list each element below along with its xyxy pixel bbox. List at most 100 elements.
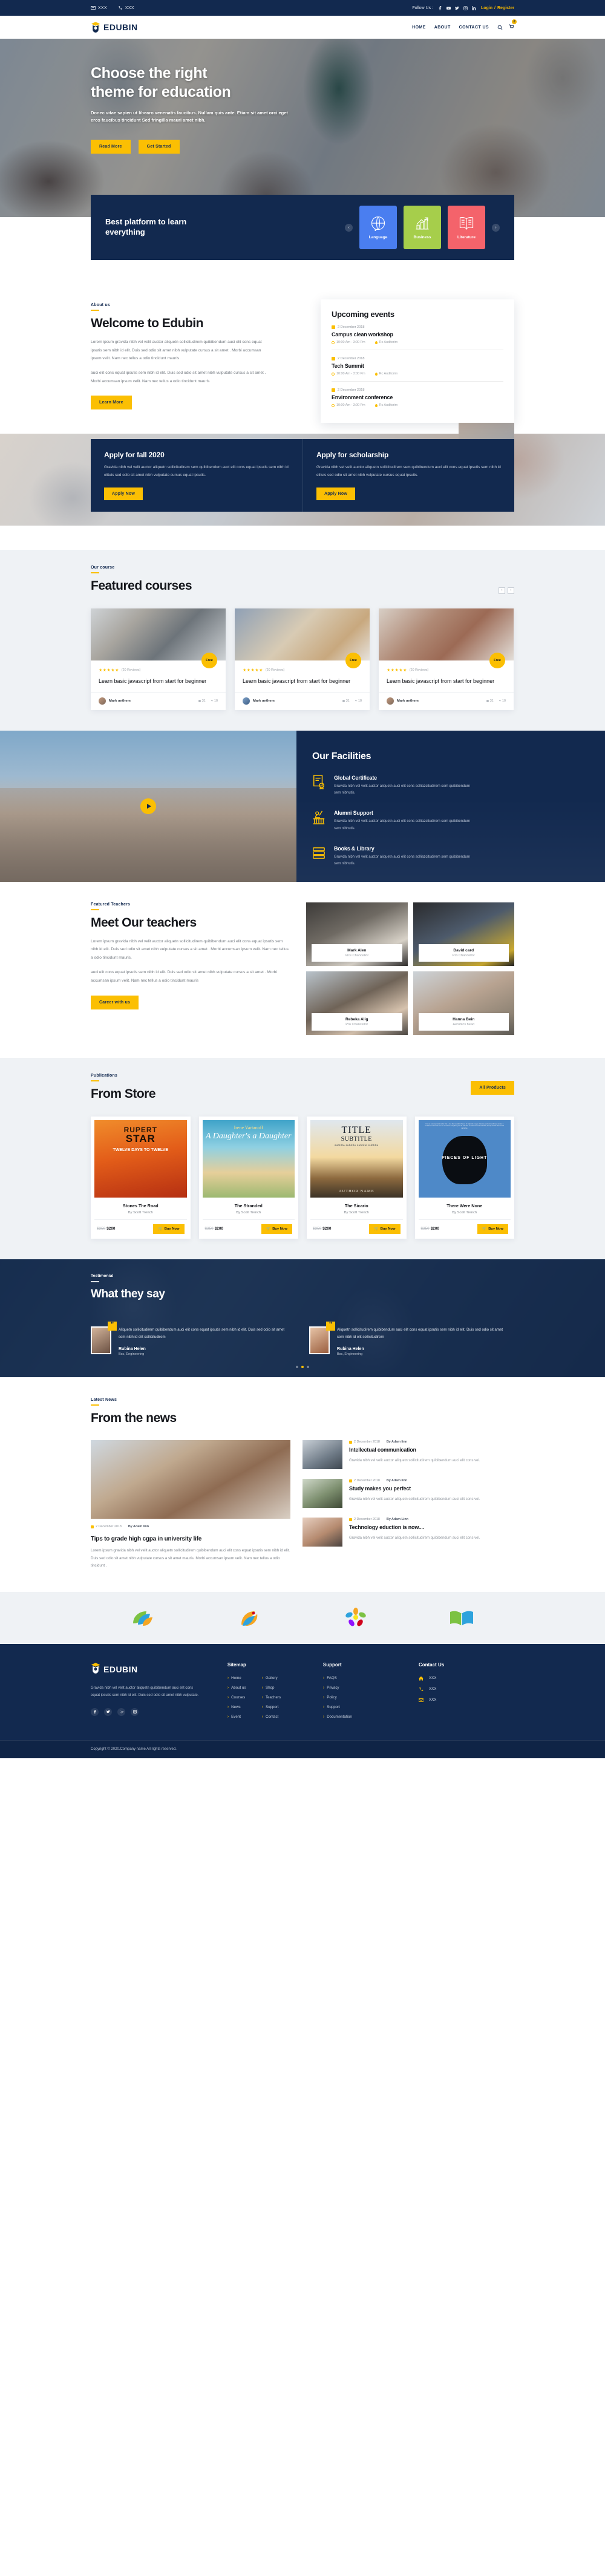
- book-card[interactable]: RUPERT STAR TWELVE DAYS TO TWELVE Stones…: [91, 1116, 191, 1239]
- buy-now-button[interactable]: 🛒 Buy Now: [477, 1224, 508, 1234]
- event-item[interactable]: 2 December 2018 Environment conference 1…: [332, 382, 503, 412]
- nav-item-about[interactable]: ABOUT: [434, 25, 451, 30]
- teacher-avatar: [99, 697, 106, 705]
- footer-link-about-us[interactable]: About us: [227, 1686, 246, 1690]
- event-item[interactable]: 2 December 2018 Tech Summit 10:00 Am - 3…: [332, 350, 503, 382]
- course-title: Learn basic javascript from start for be…: [243, 677, 351, 684]
- footer-contact-email[interactable]: XXX: [418, 1698, 514, 1703]
- footer-link-event[interactable]: Event: [227, 1715, 246, 1719]
- mail-icon: [91, 6, 96, 10]
- footer-about-column: EDUBIN Gravida nibh vel velit auctor ali…: [91, 1662, 227, 1724]
- footer-link-contact[interactable]: Contact: [262, 1715, 281, 1719]
- youtube-icon: [446, 7, 451, 10]
- event-date: 2 December 2018: [338, 357, 365, 360]
- footer-instagram-link[interactable]: [131, 1707, 139, 1716]
- book-cover-subtitle: TWELVE DAYS TO TWELVE: [113, 1147, 169, 1152]
- news-list-item[interactable]: 2 December 2018 By Adam Linn Technology …: [302, 1518, 514, 1547]
- career-with-us-button[interactable]: Career with us: [91, 995, 139, 1009]
- teacher-card[interactable]: David card Pro Chancellor: [413, 902, 514, 966]
- play-button[interactable]: [140, 798, 156, 814]
- search-icon[interactable]: [497, 25, 503, 30]
- twitter-link[interactable]: [454, 2, 459, 13]
- footer-link-documentation[interactable]: Documentation: [323, 1715, 352, 1719]
- event-date-row: 2 December 2018: [332, 388, 503, 392]
- email-contact[interactable]: XXX: [91, 5, 107, 10]
- courses-next-button[interactable]: ›: [508, 587, 514, 594]
- footer-link-shop[interactable]: Shop: [262, 1686, 281, 1690]
- get-started-button[interactable]: Get Started: [138, 139, 180, 154]
- nav-item-contact-us[interactable]: CONTACT US: [459, 25, 489, 30]
- footer-sitemap-title: Sitemap: [227, 1661, 246, 1668]
- linkedin-link[interactable]: [471, 2, 476, 13]
- footer-google-plus-link[interactable]: [117, 1707, 125, 1716]
- event-item[interactable]: 2 December 2018 Campus clean workshop 10…: [332, 319, 503, 350]
- category-card-literature[interactable]: Literature: [448, 206, 485, 249]
- book-price: $250 $200: [313, 1227, 332, 1231]
- pagination-dot-active[interactable]: [301, 1365, 304, 1368]
- facilities-section: Our Facilities Global Certificate Gravid…: [0, 730, 605, 882]
- book-card[interactable]: It is an unrecognized order that a risk …: [414, 1116, 514, 1239]
- footer-link-gallery[interactable]: Gallery: [262, 1676, 281, 1680]
- teacher-card[interactable]: Mark Alen Vice Chancellor: [306, 902, 408, 966]
- learn-more-button[interactable]: Learn More: [91, 395, 132, 409]
- book-card[interactable]: Irene Vartanoff A Daughter's a Daughter …: [198, 1116, 298, 1239]
- footer-link-faqs[interactable]: FAQS: [323, 1676, 352, 1680]
- buy-now-button[interactable]: 🛒 Buy Now: [369, 1224, 401, 1234]
- facebook-link[interactable]: [438, 2, 442, 13]
- book-card[interactable]: TITLE SUBTITLE subtitle subtitle subtitl…: [307, 1116, 407, 1239]
- books-icon: [312, 846, 325, 860]
- nav-item-home[interactable]: HOME: [412, 25, 426, 30]
- apply-section: Apply for fall 2020 Gravida nibh vel vel…: [0, 433, 605, 526]
- footer-twitter-link[interactable]: [104, 1707, 112, 1716]
- course-reviews: (20 Reviews): [409, 668, 429, 672]
- footer-link-news[interactable]: News: [227, 1705, 246, 1709]
- calendar-icon: [332, 388, 335, 392]
- course-card[interactable]: Free ★★★★★ (20 Reviews) Learn basic java…: [235, 608, 370, 710]
- buy-now-button[interactable]: 🛒 Buy Now: [261, 1224, 292, 1234]
- pagination-dot[interactable]: [307, 1365, 309, 1368]
- category-label-business: Business: [413, 235, 431, 240]
- location-pin-icon: [374, 341, 378, 344]
- news-list-item[interactable]: 2 December 2018 By Adam linn Study makes…: [302, 1479, 514, 1508]
- register-link[interactable]: Register: [497, 6, 514, 10]
- logo-link[interactable]: EDUBIN: [91, 21, 138, 33]
- featured-news-article[interactable]: 2 December 2018 By Adam linn Tips to gra…: [91, 1440, 290, 1570]
- category-card-language[interactable]: Language: [359, 206, 397, 249]
- pagination-dot[interactable]: [296, 1365, 298, 1368]
- courses-prev-button[interactable]: ‹: [499, 587, 505, 594]
- testimonial-role: Bsc, Engineering: [337, 1352, 363, 1356]
- course-like-count: ♥ 10: [355, 699, 362, 703]
- footer-contact-address[interactable]: XXX: [418, 1676, 514, 1681]
- sunburst-logo-icon: [341, 1607, 370, 1628]
- course-thumbnail: Free: [235, 608, 370, 668]
- instagram-link[interactable]: [463, 2, 468, 13]
- phone-contact[interactable]: XXX: [118, 5, 134, 10]
- teacher-card[interactable]: Hanna Bein Aerobics head: [413, 971, 514, 1035]
- apply-scholarship-button[interactable]: Apply Now: [316, 487, 355, 500]
- category-next-button[interactable]: ›: [492, 223, 500, 232]
- read-more-button[interactable]: Read More: [91, 139, 131, 154]
- news-list-item[interactable]: 2 December 2018 By Adam linn Intellectua…: [302, 1440, 514, 1470]
- apply-fall-button[interactable]: Apply Now: [104, 487, 143, 500]
- footer-link-policy[interactable]: Policy: [323, 1695, 352, 1700]
- footer-logo[interactable]: EDUBIN: [91, 1662, 227, 1677]
- footer-link-privacy[interactable]: Privacy: [323, 1686, 352, 1690]
- open-book-icon: [459, 217, 474, 230]
- footer-link-home[interactable]: Home: [227, 1676, 246, 1680]
- footer-contact-phone[interactable]: XXX: [419, 1687, 514, 1692]
- cart-button[interactable]: 0: [509, 19, 517, 33]
- footer-link-support[interactable]: Support: [262, 1705, 281, 1709]
- category-card-business[interactable]: Business: [404, 206, 441, 249]
- footer-facebook-link[interactable]: [91, 1707, 99, 1716]
- youtube-link[interactable]: [446, 2, 451, 13]
- course-card[interactable]: Free ★★★★★ (20 Reviews) Learn basic java…: [91, 608, 226, 710]
- footer-link-teachers[interactable]: Teachers: [262, 1695, 281, 1700]
- footer-link-support[interactable]: Support: [323, 1705, 352, 1709]
- buy-now-button[interactable]: 🛒 Buy Now: [153, 1224, 185, 1234]
- all-products-button[interactable]: All Products: [471, 1080, 514, 1095]
- login-link[interactable]: Login: [481, 6, 492, 10]
- footer-link-courses[interactable]: Courses: [227, 1695, 246, 1700]
- course-card[interactable]: Free ★★★★★ (20 Reviews) Learn basic java…: [379, 608, 514, 710]
- category-prev-button[interactable]: ‹: [345, 223, 353, 232]
- teacher-card[interactable]: Rebeka Alig Pro Chancellor: [306, 971, 408, 1035]
